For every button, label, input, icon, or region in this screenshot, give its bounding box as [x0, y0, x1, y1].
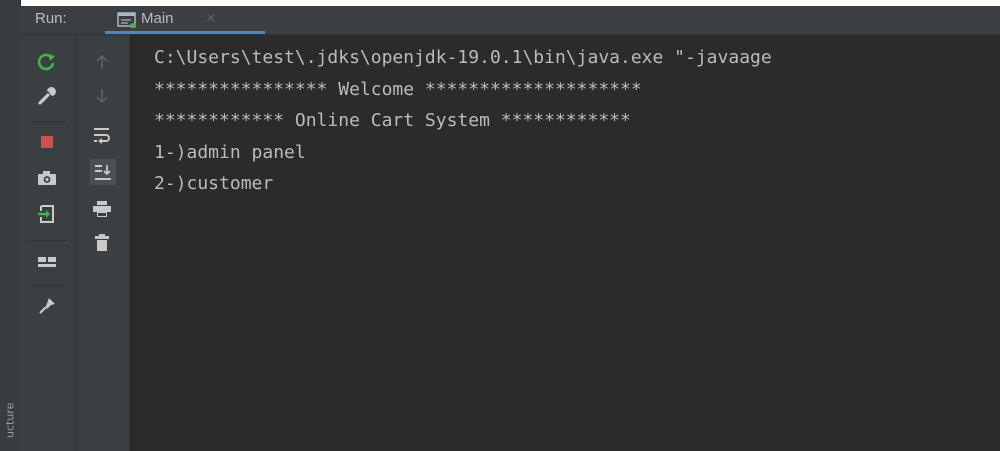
- arrow-down-icon: [95, 87, 109, 105]
- run-tab-bar: Run: Main ×: [20, 6, 1000, 35]
- scroll-to-end-icon: [93, 163, 113, 181]
- console-window-icon: [117, 12, 137, 28]
- pin-tab-button[interactable]: [35, 294, 59, 318]
- previous-occurrence-button[interactable]: [90, 50, 114, 74]
- run-toolbar-secondary: [76, 35, 130, 451]
- stop-icon: [39, 134, 55, 150]
- console-line: **************** Welcome ***************…: [154, 79, 642, 100]
- console-line: ************ Online Cart System ********…: [154, 110, 631, 131]
- rerun-button[interactable]: [35, 50, 59, 74]
- tab-main-label: Main: [141, 10, 174, 27]
- run-label: Run:: [35, 10, 67, 27]
- tab-main[interactable]: Main ×: [105, 6, 265, 34]
- console-output[interactable]: C:\Users\test\.jdks\openjdk-19.0.1\bin\j…: [130, 35, 1000, 451]
- trash-icon: [94, 234, 110, 252]
- print-button[interactable]: [90, 197, 114, 221]
- soft-wrap-icon: [92, 126, 112, 144]
- structure-strip-label[interactable]: ucture: [1, 400, 19, 440]
- pin-icon: [37, 296, 57, 316]
- scroll-to-end-button[interactable]: [90, 159, 116, 185]
- wrench-icon: [37, 86, 57, 106]
- console-line: 1-)admin panel: [154, 142, 306, 163]
- soft-wrap-button[interactable]: [90, 123, 114, 147]
- exit-button[interactable]: [35, 202, 59, 226]
- run-toolbar-primary: [20, 35, 76, 451]
- structure-side-strip[interactable]: ucture: [0, 0, 21, 451]
- layout-button[interactable]: [35, 250, 59, 274]
- tab-close-button[interactable]: ×: [205, 10, 217, 26]
- dump-threads-button[interactable]: [35, 166, 59, 190]
- next-occurrence-button[interactable]: [90, 84, 114, 108]
- toolbar-separator: [28, 285, 66, 286]
- print-icon: [92, 200, 112, 218]
- exit-icon: [37, 204, 57, 224]
- console-line: 2-)customer: [154, 173, 274, 194]
- console-line: C:\Users\test\.jdks\openjdk-19.0.1\bin\j…: [154, 47, 772, 68]
- settings-button[interactable]: [35, 84, 59, 108]
- arrow-up-icon: [95, 53, 109, 71]
- toolbar-separator: [28, 121, 66, 122]
- toolbar-separator: [28, 240, 66, 241]
- stop-button[interactable]: [35, 130, 59, 154]
- camera-icon: [37, 170, 57, 186]
- clear-all-button[interactable]: [90, 231, 114, 255]
- run-tool-window: Run: Main × C:\Users\test\.jdks\openjdk-…: [20, 6, 1000, 451]
- layout-icon: [37, 255, 57, 269]
- rerun-icon: [37, 53, 57, 71]
